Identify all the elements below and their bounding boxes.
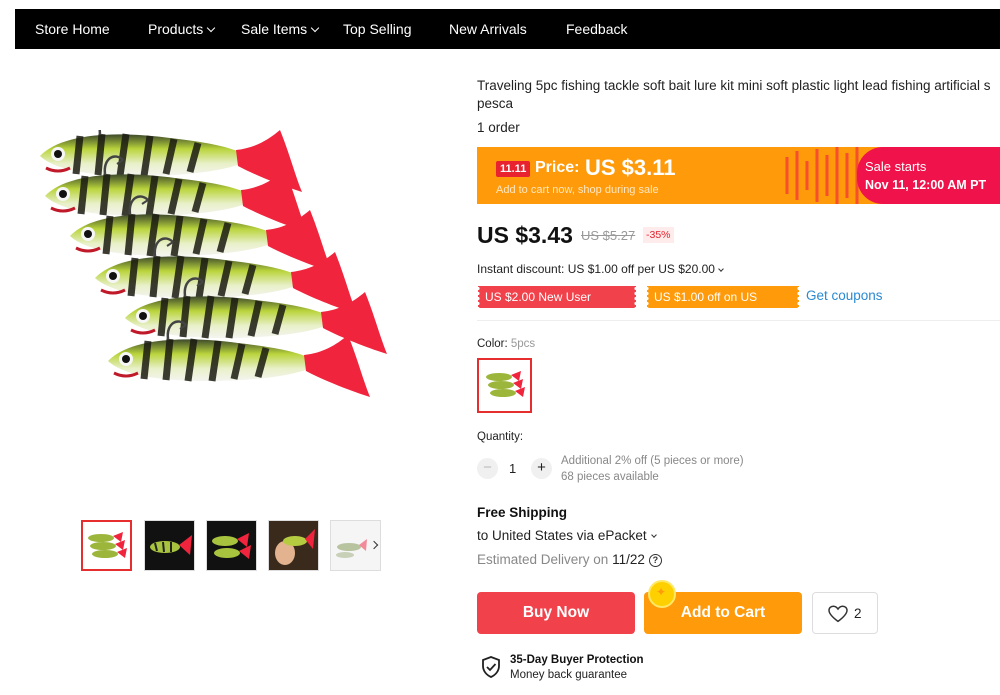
divider — [477, 320, 1000, 321]
fishing-lure-pair-image — [212, 533, 251, 559]
order-count: 1 order — [477, 120, 520, 135]
fishing-lure-hand-image — [269, 521, 318, 570]
nav-label: Store Home — [35, 21, 110, 37]
instant-discount[interactable]: Instant discount: US $1.00 off per US $2… — [477, 262, 724, 276]
nav-store-home[interactable]: Store Home — [35, 9, 110, 49]
chevron-down-icon — [310, 23, 320, 33]
help-icon[interactable]: ? — [648, 554, 662, 567]
sale-start-panel — [857, 147, 1000, 204]
color-selected-value: 5pcs — [510, 338, 536, 350]
coin-icon — [648, 580, 676, 608]
chevron-down-icon — [650, 532, 657, 538]
chevron-down-icon — [718, 266, 724, 272]
color-label-text: Color: — [477, 338, 508, 350]
chevron-down-icon — [207, 23, 216, 33]
shipping-destination-text: to United States via ePacket — [477, 528, 647, 543]
shipping-title: Free Shipping — [477, 505, 568, 520]
nav-sale-items[interactable]: Sale Items — [241, 9, 320, 49]
buy-now-button[interactable]: Buy Now — [477, 592, 635, 634]
promo-subtext: Add to cart now, shop during sale — [496, 184, 659, 196]
thumbnail-3[interactable] — [206, 520, 257, 571]
original-price: US $5.27 — [581, 228, 636, 243]
sale-event-badge: 11.11 — [496, 161, 531, 177]
wishlist-count: 2 — [854, 606, 862, 621]
discount-badge: -35% — [643, 227, 674, 243]
instant-discount-text: Instant discount: US $1.00 off per US $2… — [477, 262, 715, 276]
estimated-delivery-date: 11/22 — [612, 552, 645, 567]
buyer-protection-title: 35-Day Buyer Protection — [510, 654, 644, 666]
stock-available: 68 pieces available — [561, 471, 659, 483]
thumbnail-5[interactable] — [330, 520, 381, 571]
bulk-discount-note: Additional 2% off (5 pieces or more) — [561, 455, 744, 467]
store-coupon[interactable]: US $1.00 off on US $19.00 — [645, 286, 801, 326]
thumbnail-4[interactable] — [268, 520, 319, 571]
wishlist-button[interactable]: 2 — [812, 592, 878, 634]
quantity-decrease-button[interactable]: − — [477, 458, 498, 479]
nav-label: Feedback — [566, 21, 628, 37]
quantity-increase-button[interactable]: + — [531, 458, 552, 479]
fishing-lure-dark-image — [150, 535, 192, 555]
thumbnail-1[interactable] — [81, 520, 132, 571]
estimated-delivery: Estimated Delivery on 11/22? — [477, 552, 662, 568]
store-nav-bar: Store Home Products Sale Items Top Selli… — [15, 9, 1000, 49]
buyer-protection-subtitle: Money back guarantee — [510, 669, 627, 681]
promo-price-label: Price: — [535, 159, 580, 176]
nav-label: Top Selling — [343, 21, 412, 37]
quantity-label: Quantity: — [477, 431, 524, 443]
promo-stripes-decoration — [785, 147, 859, 204]
current-price: US $3.43 — [477, 222, 573, 248]
heart-icon — [828, 605, 848, 623]
get-coupons-link[interactable]: Get coupons — [806, 288, 883, 303]
product-title: Traveling 5pc fishing tackle soft bait l… — [477, 78, 991, 111]
fishing-lure-kit-image — [88, 532, 127, 558]
nav-products[interactable]: Products — [148, 9, 216, 49]
nav-label: Products — [148, 21, 204, 37]
nav-top-selling[interactable]: Top Selling — [343, 9, 412, 49]
color-option-5pcs[interactable] — [477, 358, 532, 413]
fishing-lures-illustration — [40, 115, 430, 440]
nav-new-arrivals[interactable]: New Arrivals — [449, 9, 527, 49]
quantity-value[interactable]: 1 — [509, 461, 516, 476]
sale-starts-label: Sale starts — [865, 159, 927, 174]
shield-check-icon — [482, 656, 500, 678]
product-main-image[interactable] — [40, 115, 430, 440]
nav-label: Sale Items — [241, 21, 308, 37]
new-user-coupon[interactable]: US $2.00 New User Coupon — [476, 286, 638, 326]
sale-promo-banner: 11.11 Price: US $3.11 Add to cart now, s… — [477, 147, 1000, 204]
nav-label: New Arrivals — [449, 21, 527, 37]
color-label: Color: 5pcs — [477, 338, 535, 350]
shipping-destination-selector[interactable]: to United States via ePacket — [477, 528, 657, 543]
estimated-delivery-label: Estimated Delivery on — [477, 552, 609, 567]
sale-starts-time: Nov 11, 12:00 AM PT — [865, 178, 987, 192]
fishing-lure-kit-image — [486, 371, 525, 397]
nav-feedback[interactable]: Feedback — [566, 9, 627, 49]
thumbnail-2[interactable] — [144, 520, 195, 571]
promo-price: US $3.11 — [585, 155, 676, 180]
